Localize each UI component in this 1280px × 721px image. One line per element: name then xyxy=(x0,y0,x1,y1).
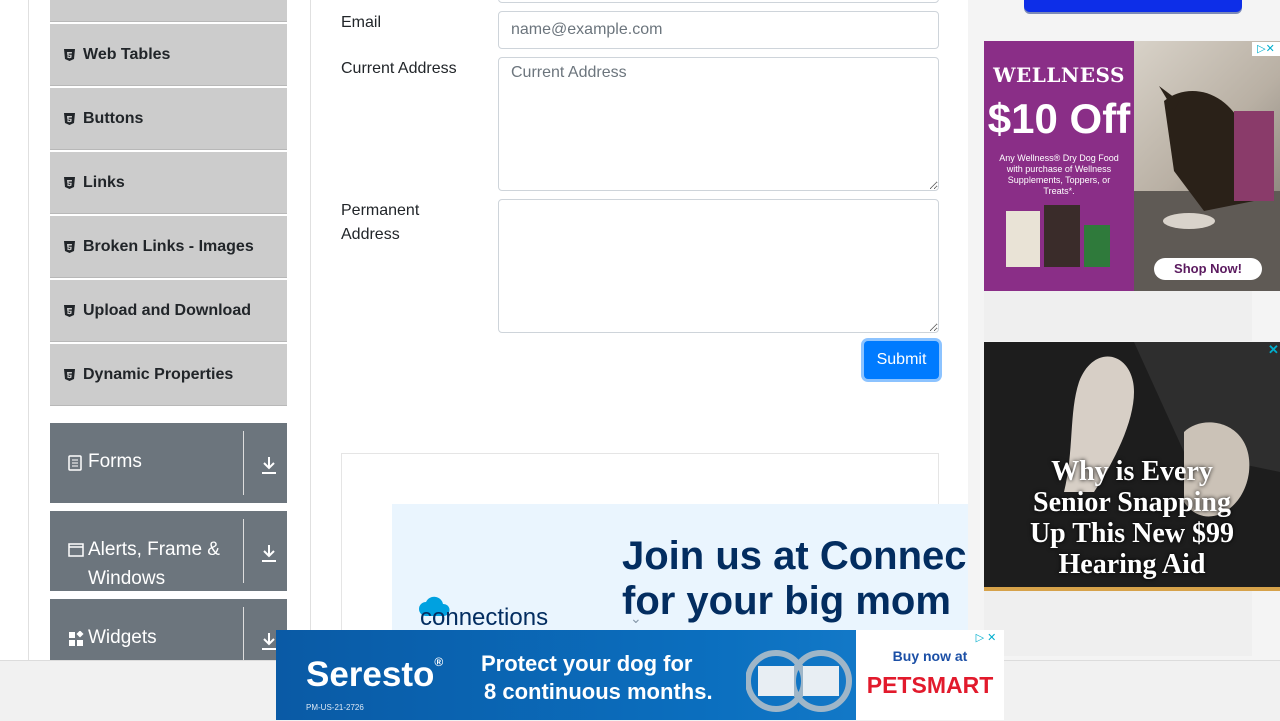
dog-image xyxy=(1134,41,1280,291)
html5-icon xyxy=(64,304,75,317)
ad-brand-reg: ® xyxy=(434,655,444,669)
email-field[interactable] xyxy=(498,11,939,49)
menu-item-dynamic-properties[interactable]: Dynamic Properties xyxy=(50,344,287,406)
widgets-icon xyxy=(68,630,84,647)
menu-item-label: Broken Links - Images xyxy=(83,237,254,255)
chevron-down-icon[interactable]: ⌄ xyxy=(630,610,642,627)
ad-tagline-line1: Protect your dog for xyxy=(481,651,693,676)
shop-now-button[interactable]: Shop Now! xyxy=(1154,258,1262,280)
html5-icon xyxy=(64,48,75,61)
menu-item-label: Web Tables xyxy=(83,45,171,63)
wellness-ad[interactable]: WELLNESS $10 Off Any Wellness® Dry Dog F… xyxy=(984,41,1280,291)
menu-item-upload-download[interactable]: Upload and Download xyxy=(50,280,287,342)
petsmart-logo: PETSMART xyxy=(866,672,994,698)
ad-headline: Join us at Connec for your big mom xyxy=(622,534,967,624)
group-title: Alerts, Frame & xyxy=(88,539,220,560)
seresto-ad[interactable]: Seresto® PM-US-21-2726 Protect your dog … xyxy=(276,630,1004,720)
html5-icon xyxy=(64,112,75,125)
html5-icon xyxy=(64,240,75,253)
ad-brand-name: Seresto xyxy=(306,655,435,694)
ad-brand: connections xyxy=(420,604,549,631)
hearing-aid-ad[interactable]: Why is Every Senior Snapping Up This New… xyxy=(984,342,1280,591)
ad-top-button[interactable] xyxy=(1024,0,1242,12)
group-divider xyxy=(243,431,244,495)
ad-line1: Why is Every xyxy=(1051,456,1213,487)
submit-button[interactable]: Submit xyxy=(864,341,939,379)
ad-code: PM-US-21-2726 xyxy=(306,703,364,712)
adchoices-icon[interactable]: ▷✕ xyxy=(1252,42,1280,56)
group-divider xyxy=(243,519,244,583)
permanent-address-field[interactable] xyxy=(498,199,939,333)
menu-item-partial[interactable] xyxy=(50,0,287,22)
group-alerts-frame-windows[interactable]: Alerts, Frame & Windows xyxy=(50,511,287,591)
fine-line3: Supplements, Toppers, or Treats*. xyxy=(1007,175,1111,196)
collar-product-image xyxy=(746,650,852,712)
ad-brand: Seresto® xyxy=(306,655,443,695)
group-title: Forms xyxy=(88,451,142,472)
product-bags-image xyxy=(1006,205,1110,267)
group-forms[interactable]: Forms xyxy=(50,423,287,503)
ad-headline: Why is Every Senior Snapping Up This New… xyxy=(984,456,1280,580)
menu-item-web-tables[interactable]: Web Tables xyxy=(50,24,287,86)
menu-item-links[interactable]: Links xyxy=(50,152,287,214)
menu-item-label: Dynamic Properties xyxy=(83,365,234,383)
ad-line4: Hearing Aid xyxy=(1058,549,1206,580)
elements-menu-list: Web Tables Buttons Links Broken Links - … xyxy=(50,0,287,408)
menu-item-label: Links xyxy=(83,173,125,191)
buy-now-text: Buy now at xyxy=(892,648,968,664)
ad-brand: WELLNESS xyxy=(993,63,1125,87)
html5-icon xyxy=(64,176,75,189)
adchoices-icon[interactable]: ▷ ✕ xyxy=(972,631,1000,645)
group-title-line2: Windows xyxy=(88,568,166,589)
menu-item-buttons[interactable]: Buttons xyxy=(50,88,287,150)
permanent-address-label-line2: Address xyxy=(341,226,400,243)
form-icon xyxy=(68,455,84,471)
ad-line2: Senior Snapping xyxy=(1033,487,1231,518)
ad-pattern-background xyxy=(984,591,1252,656)
email-label: Email xyxy=(341,14,382,31)
group-title: Widgets xyxy=(88,627,157,648)
permanent-address-label: Permanent xyxy=(341,202,420,219)
download-icon[interactable] xyxy=(260,543,278,563)
html5-icon xyxy=(64,368,75,381)
close-icon[interactable]: ✕ xyxy=(1268,342,1279,358)
menu-item-broken-links[interactable]: Broken Links - Images xyxy=(50,216,287,278)
ad-headline-line2: for your big mom xyxy=(622,579,951,623)
menu-item-label: Buttons xyxy=(83,109,144,127)
previous-field-bottom-edge[interactable] xyxy=(498,0,939,3)
fine-line2: with purchase of Wellness xyxy=(1006,164,1112,174)
current-address-field[interactable] xyxy=(498,57,939,191)
ad-line3: Up This New $99 xyxy=(1029,518,1235,549)
fine-line1: Any Wellness® Dry Dog Food xyxy=(999,153,1119,163)
menu-item-label: Upload and Download xyxy=(83,301,251,319)
group-widgets[interactable]: Widgets xyxy=(50,599,287,671)
window-icon xyxy=(68,543,84,559)
current-address-label: Current Address xyxy=(341,60,457,77)
ad-offer: $10 Off xyxy=(987,95,1131,142)
ad-headline-line1: Join us at Connec xyxy=(622,534,967,578)
download-icon[interactable] xyxy=(260,455,278,475)
dog-illustration xyxy=(1134,86,1280,291)
left-column-border xyxy=(28,0,29,660)
ad-fine-print: Any Wellness® Dry Dog Food with purchase… xyxy=(996,153,1122,197)
sidebar-right-border xyxy=(310,0,311,660)
connections-ad[interactable]: connections Join us at Connec for your b… xyxy=(392,504,970,634)
ad-tagline-line2: 8 continuous months. xyxy=(484,679,713,704)
ad-pattern-background xyxy=(984,291,1252,341)
